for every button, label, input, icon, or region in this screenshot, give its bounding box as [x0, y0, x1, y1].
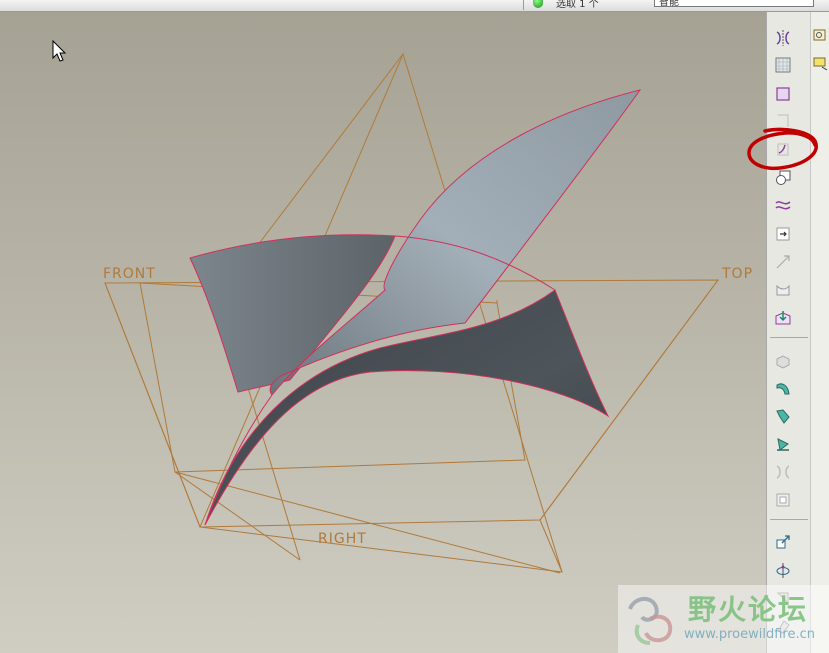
shell-icon [776, 493, 790, 507]
extrude-icon [776, 355, 790, 369]
secondary-toolbar [810, 12, 829, 653]
import-tool-button[interactable] [772, 307, 794, 329]
sweep-icon [776, 409, 790, 424]
toolbar-separator [770, 337, 808, 338]
draft-tool-button[interactable] [772, 531, 794, 553]
datum-label-front: FRONT [103, 266, 156, 282]
datum-axis-tool-button[interactable] [772, 110, 794, 132]
sweep-tool-button[interactable] [772, 405, 794, 427]
datum-edge [104, 282, 201, 528]
offset-curve-icon [776, 284, 790, 296]
toolbar-separator [770, 519, 808, 520]
analysis-curve-tool-button[interactable] [772, 251, 794, 273]
sketch-tool-button[interactable] [772, 138, 794, 160]
coordinate-system-tool-button[interactable] [772, 223, 794, 245]
watermark-title: 野火论坛 [688, 593, 809, 626]
round-tool-button[interactable] [772, 559, 794, 581]
boundary-blend-icon [776, 465, 790, 479]
sketched-curve-icon [777, 143, 789, 156]
view-manager-icon [813, 29, 826, 41]
status-separator [523, 0, 524, 10]
extrude-tool-button[interactable] [772, 349, 794, 371]
status-light-icon [533, 0, 543, 8]
blend-tool-button[interactable] [772, 433, 794, 455]
datum-plane-tool-button[interactable] [772, 83, 794, 105]
datum-label-right: RIGHT [318, 531, 367, 547]
blend-icon [777, 438, 789, 451]
shell-tool-button[interactable] [772, 489, 794, 511]
mirror-tool-button[interactable] [772, 27, 794, 49]
import-icon [775, 311, 791, 325]
graphics-viewport[interactable]: FRONT TOP RIGHT [0, 12, 766, 653]
mirror-icon [776, 30, 790, 46]
selection-status-text: 选取 1 个 [556, 0, 599, 10]
feature-toolbar [766, 12, 811, 653]
round-icon [776, 563, 790, 578]
revolve-tool-button[interactable] [772, 377, 794, 399]
datum-edge [174, 471, 301, 561]
datum-axis-icon [778, 114, 789, 127]
watermark-url: www.proewildfire.cn [684, 627, 815, 642]
datum-plane-icon [776, 87, 790, 101]
offset-curve-tool-button[interactable] [772, 279, 794, 301]
model-scene[interactable]: FRONT TOP RIGHT [0, 12, 766, 653]
draft-icon [776, 535, 790, 549]
layer-icon [813, 57, 828, 71]
revolve-icon [776, 383, 790, 395]
forum-watermark: 野火论坛 www.proewildfire.cn [618, 585, 829, 653]
forum-logo-icon [628, 597, 673, 645]
datum-edge [174, 471, 561, 574]
datum-point-icon [776, 170, 791, 185]
mouse-cursor-icon [52, 40, 67, 62]
datum-edge [539, 519, 563, 573]
curve-tool-button[interactable] [772, 194, 794, 216]
curve-icon [775, 201, 791, 210]
analysis-curve-icon [776, 255, 790, 269]
status-bar: 选取 1 个 智能 [0, 0, 829, 12]
datum-edge [539, 279, 719, 521]
layer-tool-button[interactable] [812, 55, 829, 73]
coordinate-system-icon [776, 227, 790, 241]
datum-grid-icon [775, 57, 791, 73]
selection-filter-dropdown[interactable]: 智能 [654, 0, 814, 8]
datum-grid-tool-button[interactable] [772, 54, 794, 76]
view-manager-tool-button[interactable] [812, 28, 829, 46]
datum-label-top: TOP [721, 266, 753, 282]
datum-point-tool-button[interactable] [772, 166, 794, 188]
boundary-blend-tool-button[interactable] [772, 461, 794, 483]
